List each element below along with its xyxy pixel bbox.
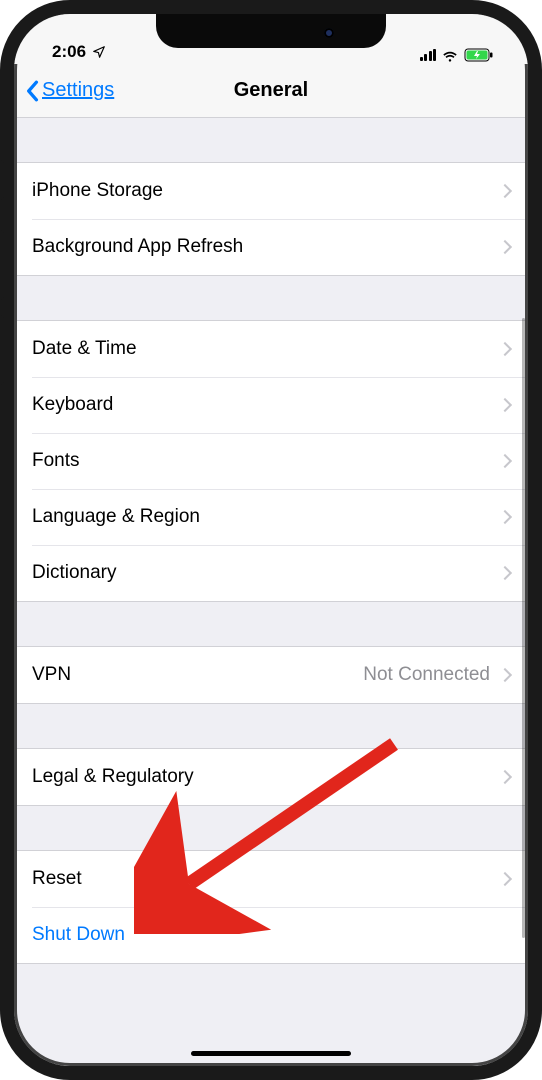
cellular-icon [420,49,437,61]
group-legal: Legal & Regulatory [14,748,528,806]
status-time: 2:06 [52,42,86,62]
row-accessory [500,400,510,410]
chevron-right-icon [498,184,512,198]
row-keyboard[interactable]: Keyboard [14,377,528,433]
chevron-right-icon [498,668,512,682]
row-accessory: Not Connected [363,664,510,686]
group-spacer [14,118,528,162]
row-background-refresh[interactable]: Background App Refresh [14,219,528,275]
row-reset[interactable]: Reset [14,851,528,907]
row-iphone-storage[interactable]: iPhone Storage [14,163,528,219]
chevron-right-icon [498,566,512,580]
device-mute-switch [0,160,4,200]
row-accessory [500,874,510,884]
row-dictionary[interactable]: Dictionary [14,545,528,601]
home-indicator[interactable] [191,1051,351,1056]
row-label: Keyboard [32,394,113,416]
row-fonts[interactable]: Fonts [14,433,528,489]
device-volume-up [0,230,4,300]
row-accessory [500,512,510,522]
bottom-spacer [14,964,528,1024]
navigation-bar: Settings General [14,64,528,118]
chevron-right-icon [498,510,512,524]
row-date-time[interactable]: Date & Time [14,321,528,377]
group-input: Date & Time Keyboard Fonts Language & Re… [14,320,528,602]
group-storage: iPhone Storage Background App Refresh [14,162,528,276]
row-accessory [500,568,510,578]
group-reset: Reset Shut Down [14,850,528,964]
location-icon [92,45,106,59]
row-label: iPhone Storage [32,180,163,202]
row-shut-down[interactable]: Shut Down [14,907,528,963]
settings-list[interactable]: iPhone Storage Background App Refresh Da… [14,118,528,1066]
row-accessory [500,186,510,196]
row-value: Not Connected [363,664,490,686]
status-left: 2:06 [42,42,106,62]
group-spacer [14,704,528,748]
row-accessory [500,772,510,782]
device-volume-down [0,315,4,385]
row-label: VPN [32,664,71,686]
chevron-right-icon [498,240,512,254]
row-label: Shut Down [32,924,125,946]
chevron-right-icon [498,342,512,356]
row-label: Date & Time [32,338,137,360]
row-legal-regulatory[interactable]: Legal & Regulatory [14,749,528,805]
row-label: Background App Refresh [32,236,243,258]
chevron-right-icon [498,770,512,784]
back-button[interactable]: Settings [24,79,114,102]
chevron-left-icon [24,80,40,102]
chevron-right-icon [498,872,512,886]
status-right [420,48,501,62]
screen: 2:06 Settings General [14,14,528,1066]
row-label: Dictionary [32,562,116,584]
row-accessory [500,456,510,466]
chevron-right-icon [498,454,512,468]
row-accessory [500,344,510,354]
row-vpn[interactable]: VPN Not Connected [14,647,528,703]
scroll-indicator [522,318,525,938]
back-label: Settings [42,79,114,102]
chevron-right-icon [498,398,512,412]
group-spacer [14,602,528,646]
group-spacer [14,276,528,320]
row-label: Language & Region [32,506,200,528]
battery-icon [464,48,494,62]
row-language-region[interactable]: Language & Region [14,489,528,545]
wifi-icon [441,49,459,62]
group-vpn: VPN Not Connected [14,646,528,704]
device-notch [156,14,386,48]
page-title: General [234,79,308,102]
row-accessory [500,242,510,252]
device-side-button [538,240,542,350]
group-spacer [14,806,528,850]
row-label: Fonts [32,450,80,472]
row-label: Legal & Regulatory [32,766,194,788]
row-label: Reset [32,868,82,890]
